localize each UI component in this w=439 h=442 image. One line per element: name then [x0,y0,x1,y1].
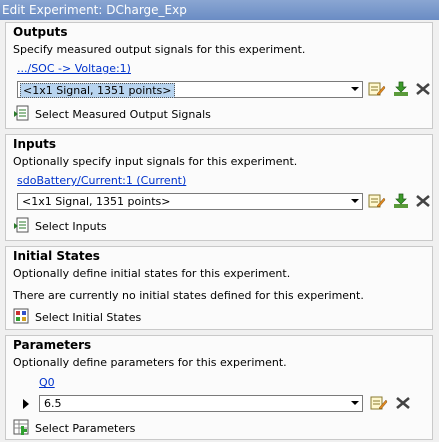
outputs-panel: Outputs Specify measured output signals … [5,22,433,129]
delete-icon[interactable] [394,395,412,411]
inputs-signal-link[interactable]: sdoBattery/Current:1 (Current) [17,174,186,187]
delete-icon[interactable] [414,193,432,209]
edit-icon[interactable] [368,193,386,209]
parameters-title: Parameters [13,338,92,352]
select-inputs-label: Select Inputs [35,220,107,233]
outputs-signal-dropdown[interactable]: <1x1 Signal, 1351 points> [17,81,363,98]
outputs-signal-link[interactable]: .../SOC -> Voltage:1) [17,62,131,75]
import-icon[interactable] [392,81,410,97]
window-title: Edit Experiment: DCharge_Exp [0,0,439,20]
delete-icon[interactable] [414,81,432,97]
inputs-signal-value: <1x1 Signal, 1351 points> [22,195,171,208]
state-grid-icon [13,308,29,324]
outputs-description: Specify measured output signals for this… [13,43,306,56]
inputs-title: Inputs [13,137,57,151]
edit-icon[interactable] [368,81,386,97]
select-signal-icon [14,217,29,233]
outputs-signal-value: <1x1 Signal, 1351 points> [20,83,175,98]
inputs-panel: Inputs Optionally specify input signals … [5,134,433,241]
import-icon[interactable] [392,193,410,209]
inputs-description: Optionally specify input signals for thi… [13,155,298,168]
select-parameters-label: Select Parameters [35,422,136,435]
parameter-q0-link[interactable]: Q0 [39,376,55,389]
edit-icon[interactable] [370,395,388,411]
select-initial-states-label: Select Initial States [35,311,142,324]
inputs-signal-dropdown[interactable]: <1x1 Signal, 1351 points> [17,193,363,210]
parameter-value: 6.5 [44,397,62,410]
chevron-down-icon[interactable] [351,401,359,405]
initial-states-panel: Initial States Optionally define initial… [5,246,433,330]
initial-states-title: Initial States [13,249,100,263]
parameter-value-dropdown[interactable]: 6.5 [39,395,363,412]
chevron-down-icon[interactable] [351,87,359,91]
parameters-description: Optionally define parameters for this ex… [13,356,287,369]
chevron-down-icon[interactable] [351,199,359,203]
row-selected-indicator [23,399,29,409]
select-parameters-icon [13,419,29,435]
initial-states-status: There are currently no initial states de… [13,289,364,302]
outputs-title: Outputs [13,25,68,39]
parameters-panel: Parameters Optionally define parameters … [5,335,433,440]
select-signal-icon [14,105,29,121]
select-measured-output-signals-label: Select Measured Output Signals [35,108,211,121]
initial-states-description: Optionally define initial states for thi… [13,267,291,280]
